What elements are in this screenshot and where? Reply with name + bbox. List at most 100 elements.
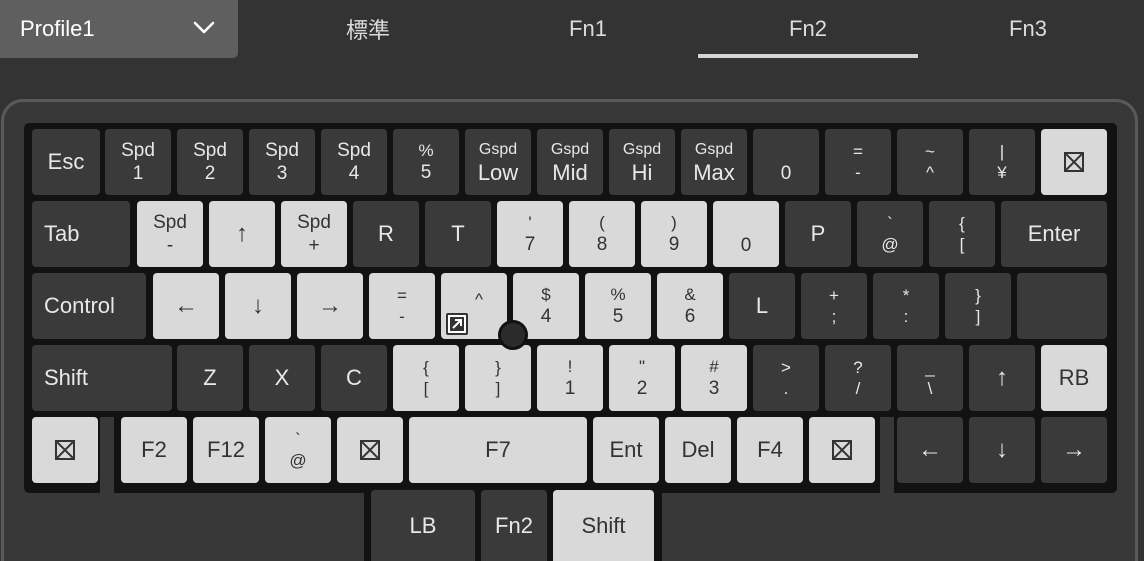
key-r[interactable]: R xyxy=(353,201,419,267)
key-down-arrow[interactable]: ↓ xyxy=(225,273,291,339)
key-disabled[interactable] xyxy=(809,417,875,483)
key-label: - xyxy=(855,163,861,182)
key-label: # xyxy=(709,357,719,376)
key-2[interactable]: " 2 xyxy=(609,345,675,411)
key-rbracket[interactable]: }] xyxy=(465,345,531,411)
key-gspd-hi[interactable]: Gspd Hi xyxy=(609,129,675,195)
key-9[interactable]: ) 9 xyxy=(641,201,707,267)
key-disabled[interactable] xyxy=(337,417,403,483)
key-label: ) xyxy=(671,213,677,232)
key-semicolon[interactable]: +; xyxy=(801,273,867,339)
tab-fn1[interactable]: Fn1 xyxy=(478,0,698,58)
key-label: + xyxy=(308,235,320,256)
key-rbracket[interactable]: }] xyxy=(945,273,1011,339)
key-label: 0 xyxy=(740,235,752,256)
key-5[interactable]: % 5 xyxy=(585,273,651,339)
key-f2[interactable]: F2 xyxy=(121,417,187,483)
key-ent[interactable]: Ent xyxy=(593,417,659,483)
key-t[interactable]: T xyxy=(425,201,491,267)
key-f12[interactable]: F12 xyxy=(193,417,259,483)
key-left-arrow[interactable]: ← xyxy=(153,273,219,339)
key-3[interactable]: #3 xyxy=(681,345,747,411)
key-slash[interactable]: ? / xyxy=(825,345,891,411)
key-up-arrow[interactable]: ↑ xyxy=(969,345,1035,411)
pointing-stick[interactable] xyxy=(498,320,528,350)
key-up-arrow[interactable]: ↑ xyxy=(209,201,275,267)
key-f4[interactable]: F4 xyxy=(737,417,803,483)
key-shift[interactable]: Shift xyxy=(32,345,172,411)
key-label: Gspd xyxy=(694,140,734,158)
key-6[interactable]: & 6 xyxy=(657,273,723,339)
key-label: F4 xyxy=(757,437,783,462)
key-down-arrow[interactable]: ↓ xyxy=(969,417,1035,483)
key-l[interactable]: L xyxy=(729,273,795,339)
key-colon[interactable]: *: xyxy=(873,273,939,339)
tab-fn3[interactable]: Fn3 xyxy=(918,0,1138,58)
key-spd-1[interactable]: Spd 1 xyxy=(105,129,171,195)
key-at[interactable]: ` @ xyxy=(857,201,923,267)
key-label: ' xyxy=(528,213,532,232)
key-label: ? xyxy=(853,358,863,377)
key-label: Control xyxy=(44,293,115,318)
key-left-arrow[interactable]: ← xyxy=(897,417,963,483)
key-0[interactable]: 0 xyxy=(753,129,819,195)
key-c[interactable]: C xyxy=(321,345,387,411)
key-rb[interactable]: RB xyxy=(1041,345,1107,411)
key-minus[interactable]: = - xyxy=(825,129,891,195)
key-gspd-low[interactable]: Gspd Low xyxy=(465,129,531,195)
key-5[interactable]: % 5 xyxy=(393,129,459,195)
disabled-icon xyxy=(360,440,380,460)
key-label: Gspd xyxy=(478,140,518,158)
key-yen[interactable]: | ¥ xyxy=(969,129,1035,195)
key-disabled[interactable] xyxy=(32,417,98,483)
key-disabled[interactable] xyxy=(1041,129,1107,195)
key-label: ¥ xyxy=(997,163,1007,182)
key-p[interactable]: P xyxy=(785,201,851,267)
key-spd-plus[interactable]: Spd + xyxy=(281,201,347,267)
key-fn2[interactable]: Fn2 xyxy=(481,490,547,561)
key-gspd-max[interactable]: Gspd Max xyxy=(681,129,747,195)
tab-fn2[interactable]: Fn2 xyxy=(698,0,918,58)
key-gspd-mid[interactable]: Gspd Mid xyxy=(537,129,603,195)
key-1[interactable]: ! 1 xyxy=(537,345,603,411)
key-label: L xyxy=(755,293,769,318)
key-esc[interactable]: Esc xyxy=(32,129,100,195)
key-7[interactable]: ' 7 xyxy=(497,201,563,267)
key-f7-space[interactable]: F7 xyxy=(409,417,587,483)
key-at[interactable]: ` @ xyxy=(265,417,331,483)
key-shift-thumb[interactable]: Shift xyxy=(553,490,654,561)
key-period[interactable]: >. xyxy=(753,345,819,411)
key-del[interactable]: Del xyxy=(665,417,731,483)
key-backslash[interactable]: _ \ xyxy=(897,345,963,411)
key-8[interactable]: (8 xyxy=(569,201,635,267)
key-right-arrow[interactable]: → xyxy=(297,273,363,339)
key-x[interactable]: X xyxy=(249,345,315,411)
key-label: ] xyxy=(975,307,981,326)
key-label: * xyxy=(902,286,910,305)
key-right-arrow[interactable]: → xyxy=(1041,417,1107,483)
key-label: 3 xyxy=(276,163,288,184)
key-label: F12 xyxy=(207,437,245,462)
key-caret[interactable]: ~ ^ xyxy=(897,129,963,195)
key-spd-2[interactable]: Spd 2 xyxy=(177,129,243,195)
key-0[interactable]: 0 xyxy=(713,201,779,267)
key-tab[interactable]: Tab xyxy=(32,201,130,267)
key-minus[interactable]: = - xyxy=(369,273,435,339)
key-enter[interactable]: Enter xyxy=(1001,201,1107,267)
key-enter-lower[interactable] xyxy=(1017,273,1107,339)
key-bracket[interactable]: {[ xyxy=(929,201,995,267)
key-z[interactable]: Z xyxy=(177,345,243,411)
tab-standard[interactable]: 標準 xyxy=(258,0,478,58)
key-label: - xyxy=(166,235,174,256)
key-spd-4[interactable]: Spd 4 xyxy=(321,129,387,195)
key-lb[interactable]: LB xyxy=(371,490,475,561)
key-control[interactable]: Control xyxy=(32,273,146,339)
key-label: P xyxy=(810,221,826,246)
key-label: 7 xyxy=(524,234,536,255)
key-lbracket[interactable]: {[ xyxy=(393,345,459,411)
key-spd-3[interactable]: Spd 3 xyxy=(249,129,315,195)
key-label: = xyxy=(397,286,407,305)
key-label: Mid xyxy=(552,159,588,185)
key-spd-minus[interactable]: Spd - xyxy=(137,201,203,267)
profile-dropdown[interactable]: Profile1 xyxy=(0,0,238,58)
